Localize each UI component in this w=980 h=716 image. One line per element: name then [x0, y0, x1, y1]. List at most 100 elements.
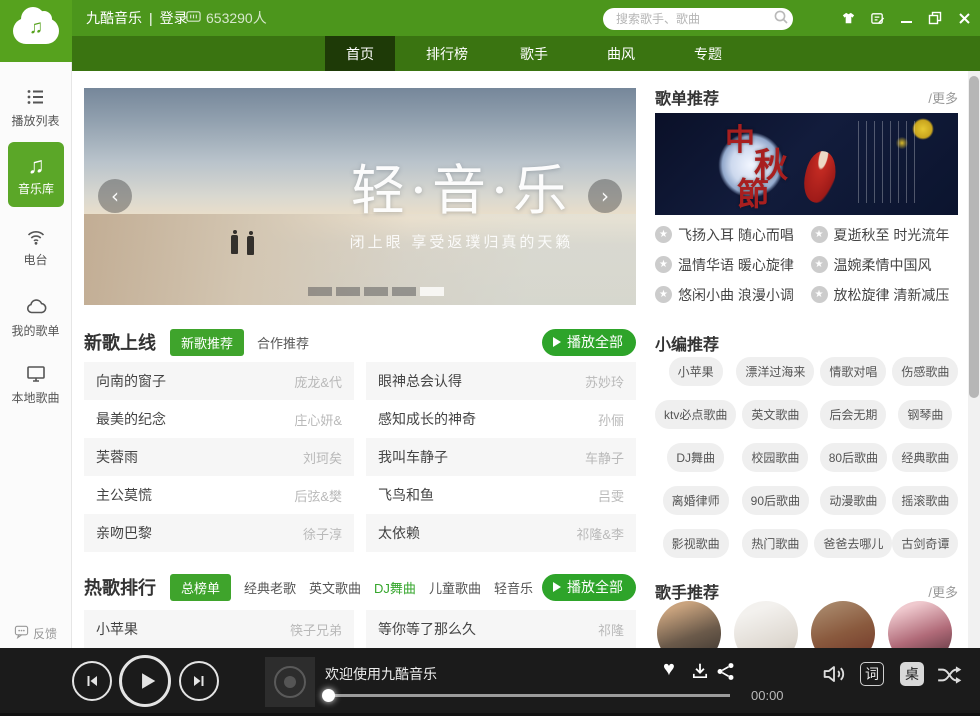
tag-pill[interactable]: 后会无期	[820, 400, 886, 429]
album-art-placeholder[interactable]	[265, 657, 315, 707]
tab-artists[interactable]: 歌手	[499, 36, 569, 71]
play-all-button[interactable]: 播放全部	[542, 574, 636, 601]
tag-pill[interactable]: 漂洋过海来	[736, 357, 814, 386]
tab-home[interactable]: 首页	[325, 36, 395, 71]
tag-pill[interactable]: 动漫歌曲	[820, 486, 886, 515]
shuffle-icon[interactable]	[936, 662, 964, 693]
tag-pill[interactable]: 校园歌曲	[742, 443, 808, 472]
tab-total-rank[interactable]: 总榜单	[170, 574, 231, 601]
playlist-item-label: 温婉柔情中国风	[834, 255, 932, 275]
song-item[interactable]: 感知成长的神奇 孙俪	[366, 400, 636, 438]
sidebar-item-radio[interactable]: 电台	[0, 225, 71, 268]
tab-children-songs[interactable]: 儿童歌曲	[429, 578, 481, 597]
song-item[interactable]: 最美的纪念 庄心妍&	[84, 400, 354, 438]
playlist-item[interactable]: ★ 温婉柔情中国风	[811, 254, 959, 275]
hero-carousel[interactable]: 轻·音·乐 闭上眼 享受返璞归真的天籁 ‹ ›	[84, 88, 636, 305]
tag-pill[interactable]: 爸爸去哪儿	[814, 529, 892, 558]
tab-genre[interactable]: 曲风	[586, 36, 656, 71]
scrollbar-thumb[interactable]	[969, 76, 979, 398]
more-link[interactable]: /更多	[928, 582, 958, 601]
song-item[interactable]: 等你等了那么久 祁隆	[366, 610, 636, 648]
tab-partner-rec[interactable]: 合作推荐	[257, 333, 309, 352]
sidebar-item-music-library[interactable]: ♫ 音乐库	[8, 142, 64, 207]
volume-icon[interactable]	[820, 660, 848, 693]
playlist-item[interactable]: ★ 放松旋律 清新减压	[811, 284, 959, 305]
login-link[interactable]: 登录	[160, 8, 188, 28]
tab-topics[interactable]: 专题	[673, 36, 743, 71]
tag-pill[interactable]: 离婚律师	[663, 486, 729, 515]
progress-handle[interactable]	[322, 689, 335, 702]
artist-avatar[interactable]	[734, 601, 798, 648]
download-icon[interactable]	[691, 662, 709, 685]
artist-avatar[interactable]	[811, 601, 875, 648]
tab-english-songs[interactable]: 英文歌曲	[309, 578, 361, 597]
playlist-item[interactable]: ★ 夏逝秋至 时光流年	[811, 224, 959, 245]
carousel-dot[interactable]	[392, 287, 416, 296]
minimize-icon[interactable]	[898, 10, 914, 26]
tag-pill[interactable]: 英文歌曲	[742, 400, 808, 429]
song-item[interactable]: 太依赖 祁隆&李	[366, 514, 636, 552]
playlist-item[interactable]: ★ 悠闲小曲 浪漫小调	[655, 284, 803, 305]
content-scrollbar[interactable]	[968, 71, 980, 648]
song-item[interactable]: 向南的窗子 庞龙&代	[84, 362, 354, 400]
search-box[interactable]	[603, 8, 793, 30]
tab-rank[interactable]: 排行榜	[412, 36, 482, 71]
carousel-next-arrow-icon[interactable]: ›	[588, 179, 622, 213]
tag-pill[interactable]: 伤感歌曲	[892, 357, 958, 386]
sidebar-item-my-playlists[interactable]: 我的歌单	[0, 296, 71, 339]
favorite-heart-icon[interactable]: ♥	[663, 659, 675, 679]
maximize-icon[interactable]	[927, 10, 943, 26]
song-item[interactable]: 我叫车静子 车静子	[366, 438, 636, 476]
tag-pill[interactable]: 经典歌曲	[892, 443, 958, 472]
tag-pill[interactable]: 80后歌曲	[820, 443, 887, 472]
song-item[interactable]: 眼神总会认得 苏妙玲	[366, 362, 636, 400]
tag-pill[interactable]: DJ舞曲	[667, 443, 724, 472]
carousel-dot[interactable]	[336, 287, 360, 296]
tab-dj-dance[interactable]: DJ舞曲	[374, 578, 416, 597]
carousel-dot[interactable]	[364, 287, 388, 296]
feedback-link[interactable]: 反馈	[14, 624, 57, 642]
play-button[interactable]	[119, 655, 171, 707]
tag-pill[interactable]: 古剑奇谭	[892, 529, 958, 558]
tag-pill[interactable]: 钢琴曲	[898, 400, 952, 429]
artist-avatar[interactable]	[657, 601, 721, 648]
play-all-button[interactable]: 播放全部	[542, 329, 636, 356]
tab-light-music[interactable]: 轻音乐	[494, 578, 533, 597]
search-input[interactable]	[614, 11, 773, 27]
tag-pill[interactable]: 热门歌曲	[742, 529, 808, 558]
more-link[interactable]: /更多	[928, 88, 958, 107]
progress-bar[interactable]	[325, 694, 730, 697]
song-item[interactable]: 飞鸟和鱼 吕雯	[366, 476, 636, 514]
sidebar-item-playlist[interactable]: 播放列表	[0, 86, 71, 129]
carousel-dot[interactable]	[308, 287, 332, 296]
feedback-note-icon[interactable]	[869, 10, 885, 26]
song-item[interactable]: 小苹果 筷子兄弟	[84, 610, 354, 648]
carousel-prev-arrow-icon[interactable]: ‹	[98, 179, 132, 213]
lyrics-icon[interactable]: 词	[860, 662, 884, 686]
mid-autumn-banner[interactable]: 中 秋 節	[655, 113, 958, 215]
skin-icon[interactable]	[840, 10, 856, 26]
tag-pill[interactable]: 摇滚歌曲	[892, 486, 958, 515]
playlist-item[interactable]: ★ 飞扬入耳 随心而唱	[655, 224, 803, 245]
tab-new-song-rec[interactable]: 新歌推荐	[170, 329, 244, 356]
tag-pill[interactable]: ktv必点歌曲	[655, 400, 736, 429]
tag-pill[interactable]: 影视歌曲	[663, 529, 729, 558]
next-track-button[interactable]	[179, 661, 219, 701]
tag-pill[interactable]: 90后歌曲	[742, 486, 809, 515]
sidebar-item-local-songs[interactable]: 本地歌曲	[0, 363, 71, 406]
share-icon[interactable]	[716, 662, 735, 686]
desktop-lyrics-icon[interactable]: 桌	[900, 662, 924, 686]
song-item[interactable]: 芙蓉雨 刘珂矣	[84, 438, 354, 476]
tag-pill[interactable]: 小苹果	[669, 357, 723, 386]
close-icon[interactable]	[956, 10, 972, 26]
artist-avatar[interactable]	[888, 601, 952, 648]
carousel-dot-active[interactable]	[420, 287, 444, 296]
search-icon[interactable]	[773, 9, 789, 30]
song-item[interactable]: 亲吻巴黎 徐子淳	[84, 514, 354, 552]
tag-pill[interactable]: 情歌对唱	[820, 357, 886, 386]
song-item[interactable]: 主公莫慌 后弦&樊	[84, 476, 354, 514]
tab-classic-songs[interactable]: 经典老歌	[244, 578, 296, 597]
app-logo[interactable]: ♫	[0, 0, 72, 62]
previous-track-button[interactable]	[72, 661, 112, 701]
playlist-item[interactable]: ★ 温情华语 暖心旋律	[655, 254, 803, 275]
